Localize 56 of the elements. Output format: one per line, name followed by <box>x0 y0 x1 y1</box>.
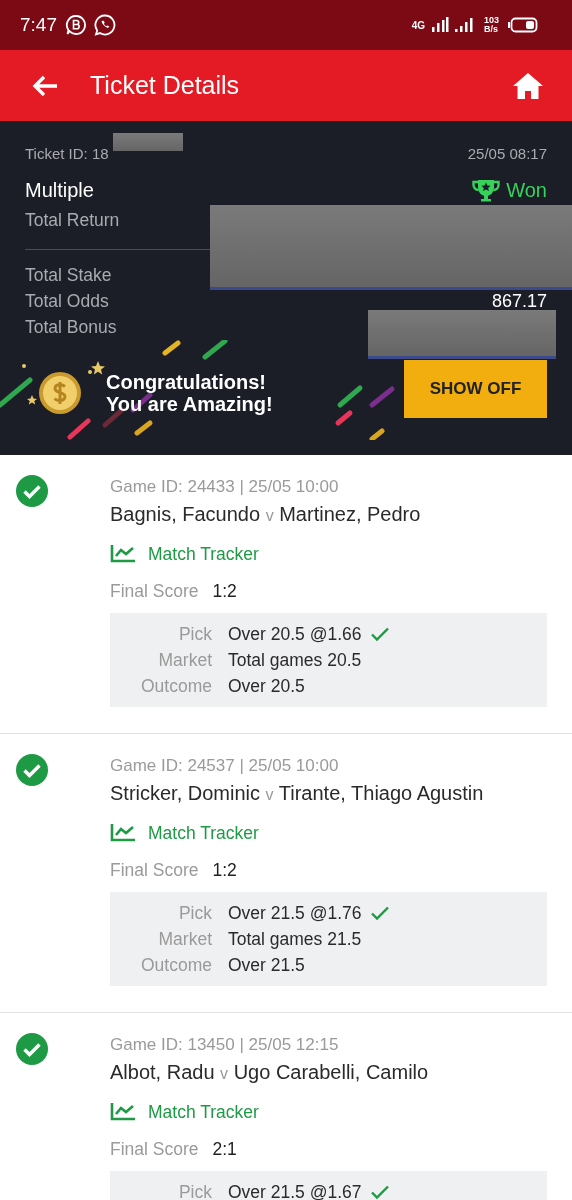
score-value: 2:1 <box>212 1138 237 1160</box>
detail-value: Over 21.5 <box>228 954 305 976</box>
detail-value: Over 21.5 @1.67 <box>228 1181 362 1200</box>
ticket-id: Ticket ID: 18 <box>25 144 109 162</box>
page-title: Ticket Details <box>90 71 240 100</box>
match-tracker-link[interactable]: Match Tracker <box>110 1097 547 1127</box>
score-label: Final Score <box>110 580 199 602</box>
show-off-button[interactable]: SHOW OFF <box>404 360 547 418</box>
line-chart-icon <box>110 1103 136 1121</box>
total-label: Total Bonus <box>25 316 117 338</box>
speed-unit: B/s <box>483 25 499 34</box>
detail-value: Over 20.5 @1.66 <box>228 623 362 645</box>
total-value: 867.17 <box>491 290 547 312</box>
total-label: Total Return <box>25 209 120 231</box>
speed-value: 103 <box>483 16 499 25</box>
line-chart-icon <box>110 824 136 842</box>
score-label: Final Score <box>110 859 199 881</box>
detail-label: Outcome <box>140 954 212 976</box>
battery-icon <box>508 17 538 33</box>
match-teams: Albot, Radu v Ugo Carabelli, Camilo <box>110 1061 430 1085</box>
total-label: Total Odds <box>25 290 109 312</box>
detail-label: Pick <box>177 623 212 645</box>
chat-phone-icon <box>93 13 117 37</box>
trophy-icon <box>472 178 501 202</box>
match-tracker-link[interactable]: Match Tracker <box>110 818 547 848</box>
back-arrow-icon[interactable] <box>31 73 59 98</box>
signal-icon <box>454 17 475 33</box>
match-tracker-link[interactable]: Match Tracker <box>110 539 547 569</box>
signal-icon <box>430 17 449 33</box>
ticket-date: 25/05 08:17 <box>467 144 547 162</box>
congratulations-message: Congratulations! You are Amazing! <box>106 371 273 415</box>
match-teams: Stricker, Dominic v Tirante, Thiago Agustin <box>110 782 485 806</box>
home-icon[interactable] <box>512 70 544 101</box>
total-label: Total Stake <box>25 264 112 286</box>
bet-type: Multiple <box>25 178 94 202</box>
line-chart-icon <box>110 545 136 563</box>
detail-value: Over 21.5 @1.76 <box>228 902 362 924</box>
detail-label: Outcome <box>140 675 212 697</box>
game-id: Game ID: 24433 | 25/05 10:00 <box>110 477 340 498</box>
detail-label: Market <box>157 928 212 950</box>
coin-icon <box>38 371 82 415</box>
detail-value: Total games 20.5 <box>228 649 362 671</box>
status-label: Won <box>506 178 547 202</box>
game-id: Game ID: 13450 | 25/05 12:15 <box>110 1035 340 1056</box>
score-label: Final Score <box>110 1138 199 1160</box>
game-id: Game ID: 24537 | 25/05 10:00 <box>110 756 340 777</box>
detail-value: Total games 21.5 <box>228 928 362 950</box>
score-value: 1:2 <box>212 580 237 602</box>
match-teams: Bagnis, Facundo v Martinez, Pedro <box>110 503 422 527</box>
clock-time: 7:47 <box>20 14 57 36</box>
detail-label: Market <box>157 649 212 671</box>
detail-label: Pick <box>177 1181 212 1200</box>
network-type: 4G <box>411 19 425 31</box>
detail-label: Pick <box>177 902 212 924</box>
detail-value: Over 20.5 <box>228 675 305 697</box>
score-value: 1:2 <box>212 859 237 881</box>
